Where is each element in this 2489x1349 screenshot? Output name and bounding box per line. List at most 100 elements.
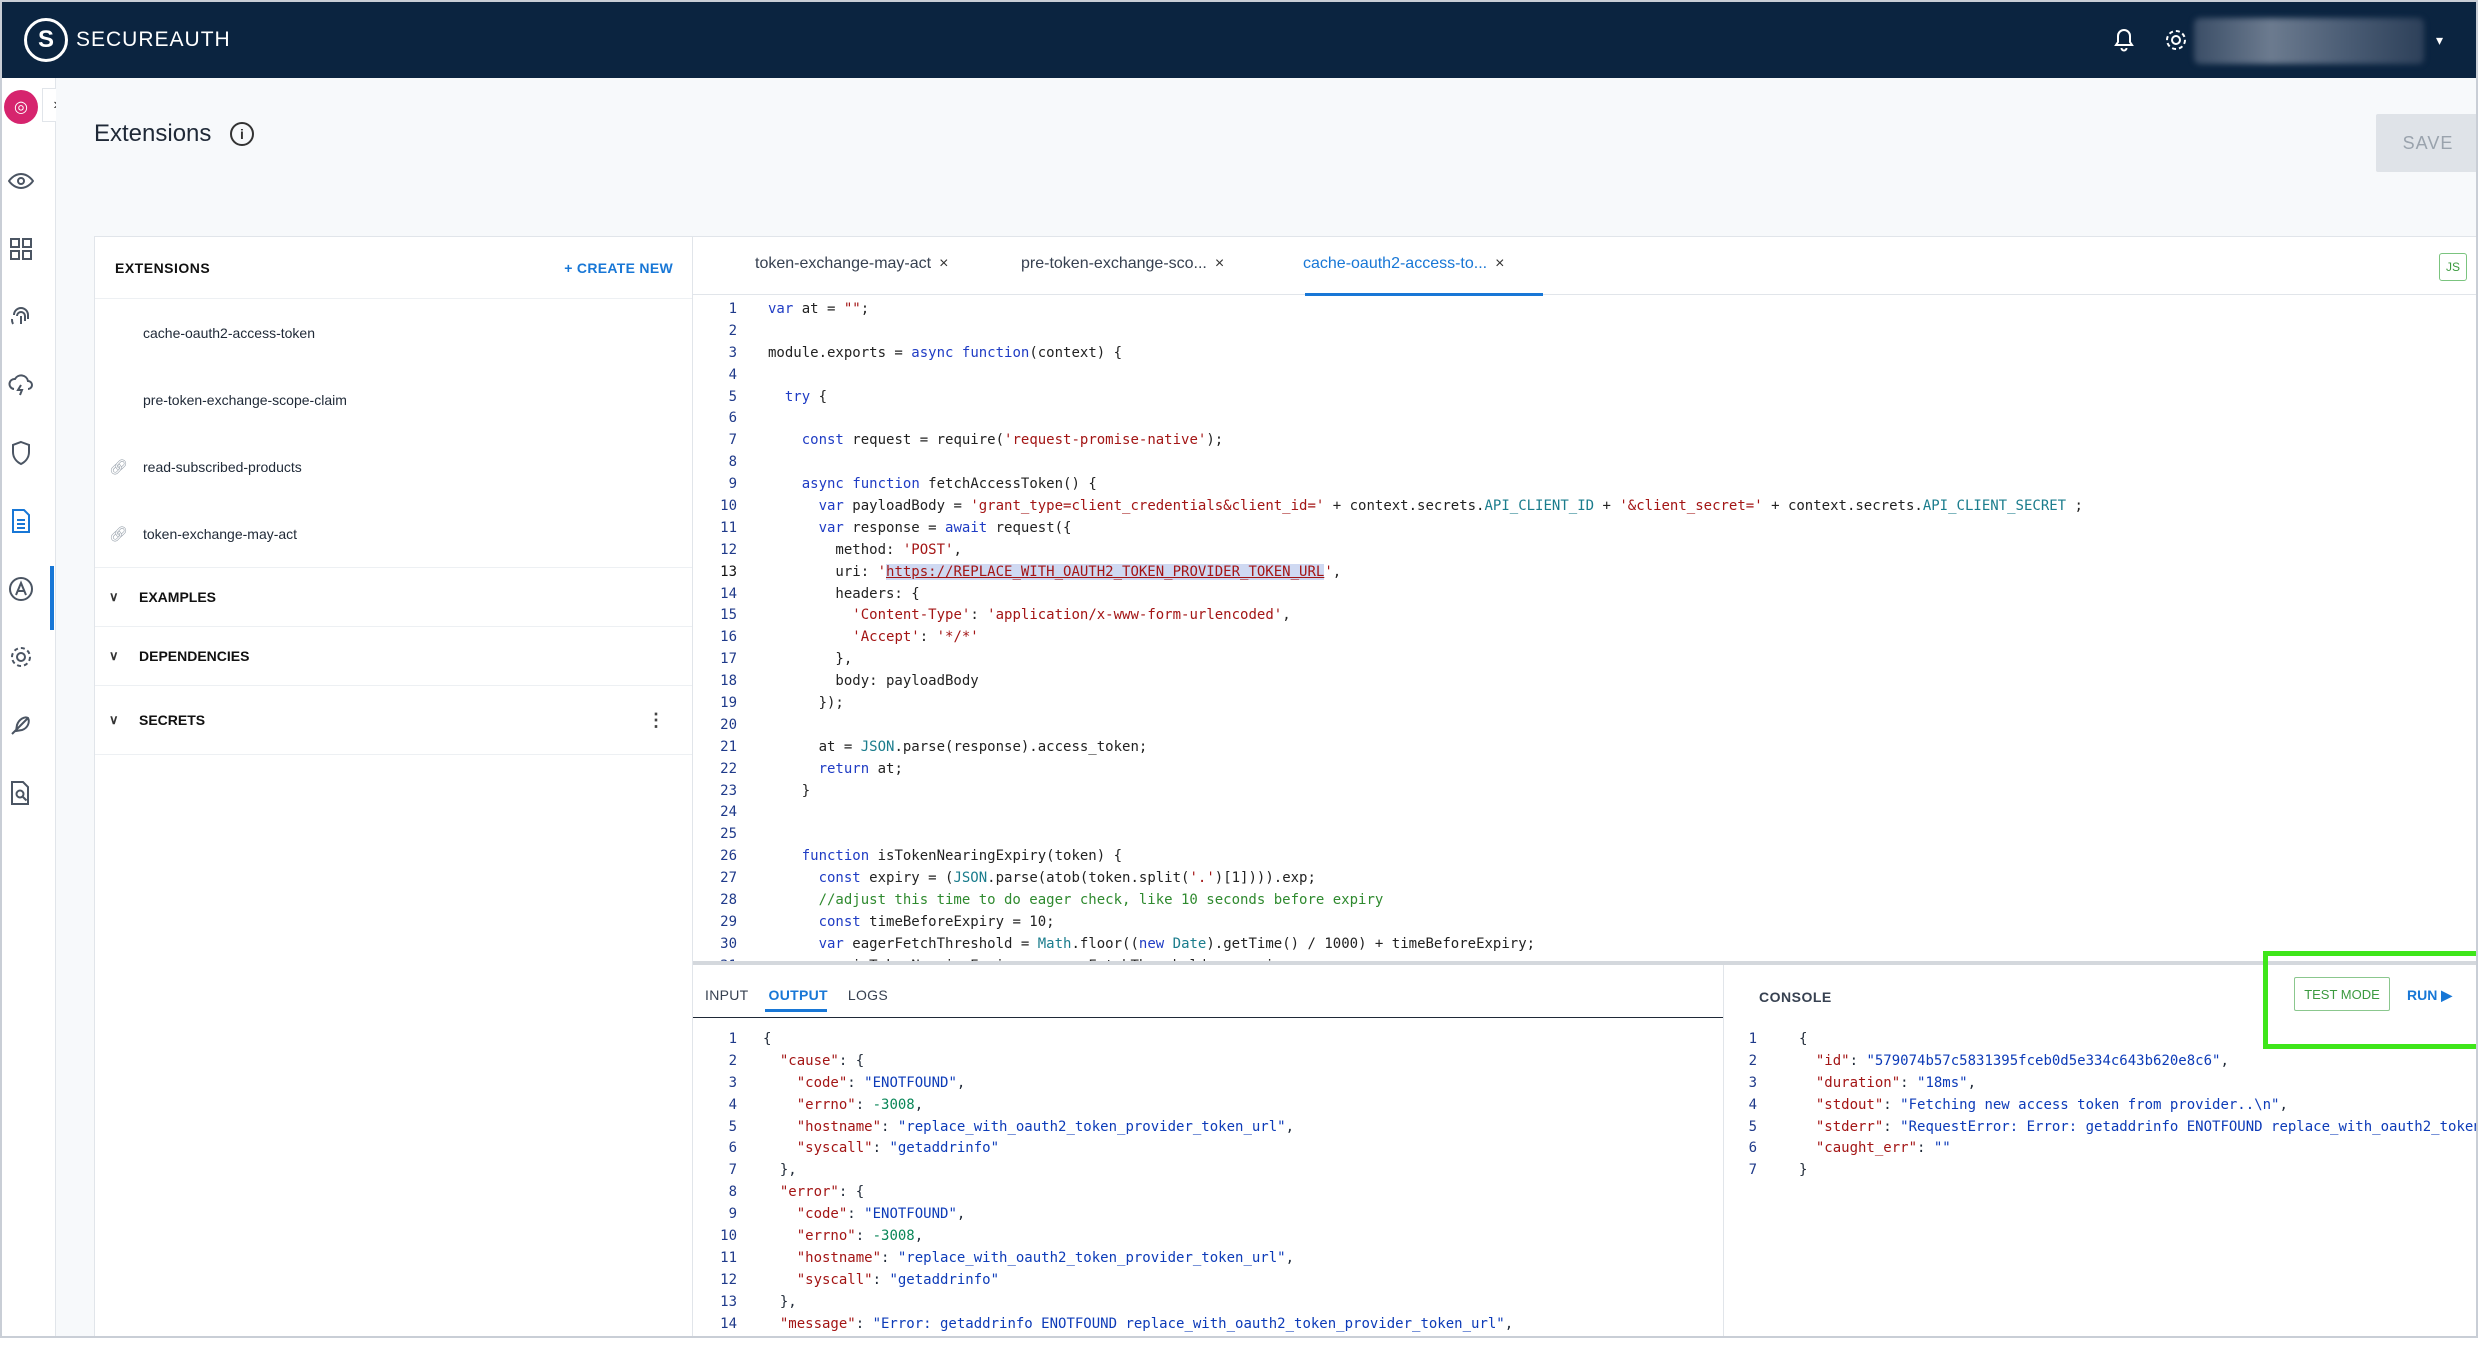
chevron-down-icon[interactable]: ▾: [2436, 32, 2443, 49]
code-line[interactable]: 22 return at;: [693, 759, 2476, 781]
line-number: 5: [728, 388, 737, 405]
save-button[interactable]: SAVE: [2376, 114, 2476, 172]
section-label: SECRETS: [139, 712, 206, 728]
extension-item[interactable]: 🔗︎ token-exchange-may-act: [95, 500, 693, 567]
code-line[interactable]: 13 uri: 'https://REPLACE_WITH_OAUTH2_TOK…: [693, 562, 2476, 584]
tab-logs[interactable]: LOGS: [848, 987, 888, 1003]
code-line[interactable]: 19 });: [693, 693, 2476, 715]
code-line[interactable]: 24: [693, 802, 2476, 824]
code-text: method: 'POST',: [768, 541, 962, 558]
code-line[interactable]: 17 },: [693, 649, 2476, 671]
document-icon[interactable]: [6, 506, 36, 536]
eye-icon[interactable]: [6, 166, 36, 196]
extension-item[interactable]: pre-token-exchange-scope-claim: [95, 366, 693, 433]
code-line[interactable]: 18 body: payloadBody: [693, 671, 2476, 693]
line-number: 4: [728, 366, 737, 383]
tab-cache-oauth2-access-token[interactable]: cache-oauth2-access-to... ×: [1303, 255, 1504, 273]
section-dependencies[interactable]: ∨ DEPENDENCIES: [95, 626, 693, 685]
code-line[interactable]: 27 const expiry = (JSON.parse(atob(token…: [693, 868, 2476, 890]
close-icon[interactable]: ×: [1495, 255, 1504, 272]
code-line[interactable]: 23 }: [693, 781, 2476, 803]
tab-token-exchange-may-act[interactable]: token-exchange-may-act ×: [755, 255, 948, 273]
code-line[interactable]: 9 async function fetchAccessToken() {: [693, 474, 2476, 496]
line-number: 12: [720, 1271, 737, 1288]
code-line[interactable]: 2: [693, 321, 2476, 343]
code-line[interactable]: 16 'Accept': '*/*': [693, 627, 2476, 649]
code-line[interactable]: 15 'Content-Type': 'application/x-www-fo…: [693, 605, 2476, 627]
json-text: "caught_err": "": [1815, 1140, 1951, 1157]
line-number: 14: [720, 585, 737, 602]
code-line[interactable]: 21 at = JSON.parse(response).access_toke…: [693, 737, 2476, 759]
section-examples[interactable]: ∨ EXAMPLES: [95, 567, 693, 626]
javascript-language-icon: JS: [2439, 253, 2467, 281]
shield-icon[interactable]: [6, 438, 36, 468]
search-document-icon[interactable]: [6, 778, 36, 808]
gear-icon[interactable]: [6, 642, 36, 672]
json-text: {: [1799, 1031, 1808, 1047]
line-number: 3: [728, 1074, 737, 1091]
bell-icon[interactable]: [2108, 24, 2140, 56]
code-line[interactable]: 25: [693, 824, 2476, 846]
code-text: var response = await request({: [818, 519, 1072, 536]
active-tab-indicator: [1305, 293, 1543, 296]
output-viewer[interactable]: 1{2 "cause": {3 "code": "ENOTFOUND", 4 "e…: [693, 1029, 1723, 1336]
feather-icon[interactable]: [6, 710, 36, 740]
tab-pre-token-exchange[interactable]: pre-token-exchange-sco... ×: [1021, 255, 1224, 273]
tenant-badge-icon[interactable]: ◎: [4, 90, 38, 124]
tab-output[interactable]: OUTPUT: [769, 987, 828, 1003]
app-window: S SECUREAUTH ▾ ◎ ›: [0, 0, 2478, 1338]
code-line[interactable]: 8: [693, 452, 2476, 474]
json-text: },: [763, 1293, 797, 1310]
test-mode-button[interactable]: TEST MODE: [2294, 977, 2390, 1011]
code-line[interactable]: 6: [693, 408, 2476, 430]
page-title: Extensions: [94, 120, 212, 147]
close-icon[interactable]: ×: [1215, 255, 1224, 272]
side-nav: ◎ ›: [2, 78, 70, 1336]
code-line[interactable]: 26 function isTokenNearingExpiry(token) …: [693, 846, 2476, 868]
close-icon[interactable]: ×: [939, 255, 948, 272]
create-new-button[interactable]: + CREATE NEW: [564, 260, 673, 276]
info-icon[interactable]: i: [230, 122, 254, 146]
json-line: 11 "hostname": "replace_with_oauth2_toke…: [693, 1248, 1723, 1270]
logo[interactable]: S SECUREAUTH: [24, 18, 231, 62]
code-text: at = JSON.parse(response).access_token;: [768, 738, 1148, 755]
editor-panel: token-exchange-may-act × pre-token-exchan…: [692, 236, 2476, 1336]
json-text: "stdout": "Fetching new access token fro…: [1815, 1096, 2288, 1113]
gear-icon[interactable]: [2160, 24, 2192, 56]
extension-item[interactable]: cache-oauth2-access-token: [95, 299, 693, 366]
code-line[interactable]: 29 const timeBeforeExpiry = 10;: [693, 912, 2476, 934]
code-text: body: payloadBody: [768, 673, 979, 690]
code-line[interactable]: 14 headers: {: [693, 584, 2476, 606]
code-line[interactable]: 28 //adjust this time to do eager check,…: [693, 890, 2476, 912]
line-number: 10: [720, 1228, 737, 1245]
line-number: 6: [1748, 1140, 1757, 1157]
extension-item[interactable]: 🔗︎ read-subscribed-products: [95, 433, 693, 500]
user-menu[interactable]: [2194, 18, 2424, 64]
code-line[interactable]: 11 var response = await request({: [693, 518, 2476, 540]
cloud-lightning-icon[interactable]: [6, 370, 36, 400]
section-secrets[interactable]: ∨ SECRETS ⋮: [95, 685, 693, 755]
kebab-menu-icon[interactable]: ⋮: [647, 710, 665, 731]
code-line[interactable]: 20: [693, 715, 2476, 737]
code-line[interactable]: 1 var at = "";: [693, 299, 2476, 321]
code-editor[interactable]: 1 var at = ""; 2 3 module.exports = async fu…: [693, 299, 2476, 961]
run-button[interactable]: RUN ▶: [2407, 987, 2452, 1004]
json-line: 7 },: [693, 1160, 1723, 1182]
a-circle-icon[interactable]: [6, 574, 36, 604]
code-line[interactable]: 4: [693, 365, 2476, 387]
fingerprint-icon[interactable]: [6, 302, 36, 332]
code-line[interactable]: 10 var payloadBody = 'grant_type=client_…: [693, 496, 2476, 518]
code-line[interactable]: 5 try {: [693, 387, 2476, 409]
code-line[interactable]: 12 method: 'POST',: [693, 540, 2476, 562]
code-line[interactable]: 7 const request = require('request-promi…: [693, 430, 2476, 452]
code-line[interactable]: 30 var eagerFetchThreshold = Math.floor(…: [693, 934, 2476, 956]
line-number: 28: [720, 892, 737, 909]
line-number: 29: [720, 913, 737, 930]
line-number: 3: [1748, 1074, 1757, 1091]
code-text: },: [768, 651, 853, 668]
line-number: 30: [720, 935, 737, 952]
console-viewer[interactable]: 1{2 "id": "579074b57c5831395fceb0d5e334c…: [1725, 1029, 2476, 1336]
apps-grid-icon[interactable]: [6, 234, 36, 264]
code-line[interactable]: 3 module.exports = async function(context…: [693, 343, 2476, 365]
tab-input[interactable]: INPUT: [705, 987, 749, 1003]
